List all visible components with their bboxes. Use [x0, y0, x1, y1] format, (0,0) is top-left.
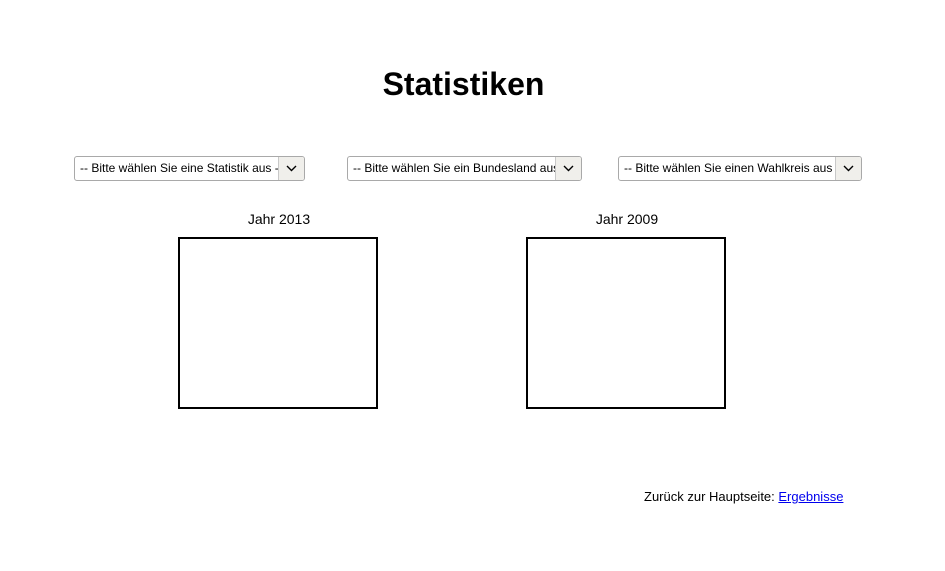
chart-area-2009 — [526, 237, 726, 409]
statistic-select[interactable]: -- Bitte wählen Sie eine Statistik aus -… — [74, 156, 305, 181]
chart-label-2009: Jahr 2009 — [595, 211, 659, 227]
statistic-select-value: -- Bitte wählen Sie eine Statistik aus -… — [80, 161, 283, 175]
chevron-down-icon — [835, 157, 861, 180]
bundesland-select-value: -- Bitte wählen Sie ein Bundesland aus -… — [353, 161, 571, 175]
chevron-down-icon — [278, 157, 304, 180]
wahlkreis-select-value: -- Bitte wählen Sie einen Wahlkreis aus … — [624, 161, 844, 175]
back-to-main: Zurück zur Hauptseite: Ergebnisse — [644, 489, 843, 505]
chevron-down-icon — [555, 157, 581, 180]
statistics-page: Statistiken -- Bitte wählen Sie eine Sta… — [0, 0, 945, 571]
page-title: Statistiken — [382, 66, 545, 102]
bundesland-select[interactable]: -- Bitte wählen Sie ein Bundesland aus -… — [347, 156, 582, 181]
chart-area-2013 — [178, 237, 378, 409]
back-to-main-text: Zurück zur Hauptseite: — [644, 489, 779, 504]
chart-label-2013: Jahr 2013 — [247, 211, 311, 227]
wahlkreis-select[interactable]: -- Bitte wählen Sie einen Wahlkreis aus … — [618, 156, 862, 181]
results-link[interactable]: Ergebnisse — [778, 489, 843, 504]
